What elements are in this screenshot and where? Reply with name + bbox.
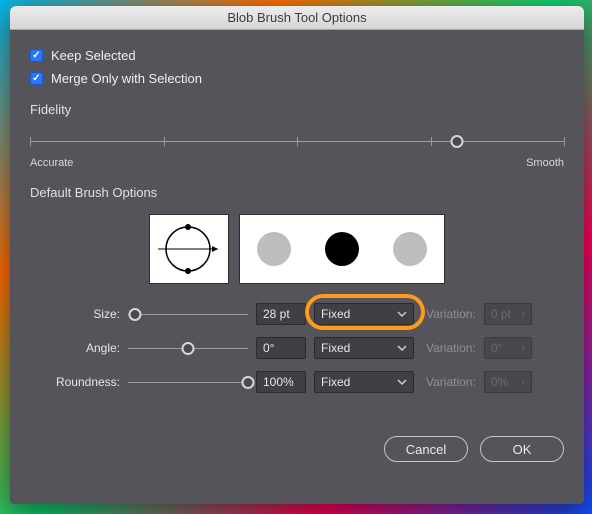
dialog-window: Blob Brush Tool Options Keep Selected Me… — [10, 6, 584, 504]
ok-button[interactable]: OK — [480, 436, 564, 462]
slider-tick — [564, 137, 565, 146]
roundness-label: Roundness: — [30, 375, 120, 389]
angle-label: Angle: — [30, 341, 120, 355]
roundness-variation-field: 0%› — [484, 371, 532, 393]
fidelity-title: Fidelity — [30, 102, 564, 117]
angle-mode-value: Fixed — [321, 341, 350, 355]
fidelity-axis-right: Smooth — [526, 157, 564, 169]
roundness-thumb[interactable] — [242, 376, 255, 389]
brush-shape-max-icon — [393, 232, 427, 266]
slider-tick — [297, 137, 298, 146]
chevron-down-icon — [397, 309, 407, 319]
keep-selected-label: Keep Selected — [51, 48, 136, 63]
fidelity-axis-left: Accurate — [30, 157, 73, 169]
slider-track — [128, 314, 248, 315]
chevron-down-icon — [397, 343, 407, 353]
roundness-mode-value: Fixed — [321, 375, 350, 389]
shape-preview[interactable] — [239, 214, 445, 284]
window-title: Blob Brush Tool Options — [227, 10, 366, 25]
caret-right-icon: › — [521, 343, 524, 354]
angle-slider[interactable] — [128, 342, 248, 355]
roundness-variation-label: Variation: — [426, 375, 476, 389]
brush-group: Default Brush Options — [30, 185, 564, 394]
roundness-input[interactable]: 100% — [256, 371, 306, 393]
slider-track — [128, 382, 248, 383]
angle-variation-label: Variation: — [426, 341, 476, 355]
size-mode-value: Fixed — [321, 307, 350, 321]
caret-right-icon: › — [521, 377, 524, 388]
dialog-footer: Cancel OK — [10, 418, 584, 462]
roundness-slider[interactable] — [128, 376, 248, 389]
angle-mode-select[interactable]: Fixed — [314, 337, 414, 359]
caret-right-icon: › — [521, 309, 524, 320]
merge-selection-row[interactable]: Merge Only with Selection — [30, 71, 564, 86]
size-variation-label: Variation: — [426, 307, 476, 321]
brush-shape-min-icon — [257, 232, 291, 266]
size-slider[interactable] — [128, 308, 248, 321]
brush-preview — [30, 214, 564, 284]
size-mode-select[interactable]: Fixed — [314, 303, 414, 325]
merge-selection-label: Merge Only with Selection — [51, 71, 202, 86]
angle-thumb[interactable] — [182, 342, 195, 355]
angle-input[interactable]: 0° — [256, 337, 306, 359]
dialog-content: Keep Selected Merge Only with Selection … — [10, 30, 584, 418]
checkbox-icon[interactable] — [30, 72, 43, 85]
chevron-down-icon — [397, 377, 407, 387]
size-row: Size: 28 pt Fixed Variation: 0 pt› — [30, 302, 564, 326]
fidelity-group: Fidelity Accurate Smooth — [30, 102, 564, 169]
angle-row: Angle: 0° Fixed Variation: 0°› — [30, 336, 564, 360]
angle-diagram-icon — [154, 219, 224, 279]
fidelity-thumb[interactable] — [451, 135, 464, 148]
roundness-mode-select[interactable]: Fixed — [314, 371, 414, 393]
keep-selected-row[interactable]: Keep Selected — [30, 48, 564, 63]
brush-title: Default Brush Options — [30, 185, 564, 200]
fidelity-slider[interactable] — [30, 131, 564, 153]
roundness-row: Roundness: 100% Fixed Variation: 0%› — [30, 370, 564, 394]
angle-preview[interactable] — [149, 214, 229, 284]
slider-tick — [30, 137, 31, 146]
slider-tick — [431, 137, 432, 146]
size-thumb[interactable] — [129, 308, 142, 321]
checkbox-icon[interactable] — [30, 49, 43, 62]
cancel-button[interactable]: Cancel — [384, 436, 468, 462]
size-variation-field: 0 pt› — [484, 303, 532, 325]
titlebar[interactable]: Blob Brush Tool Options — [10, 6, 584, 30]
slider-tick — [164, 137, 165, 146]
fidelity-axis: Accurate Smooth — [30, 157, 564, 169]
angle-variation-field: 0°› — [484, 337, 532, 359]
brush-shape-mid-icon — [325, 232, 359, 266]
size-label: Size: — [30, 307, 120, 321]
size-input[interactable]: 28 pt — [256, 303, 306, 325]
